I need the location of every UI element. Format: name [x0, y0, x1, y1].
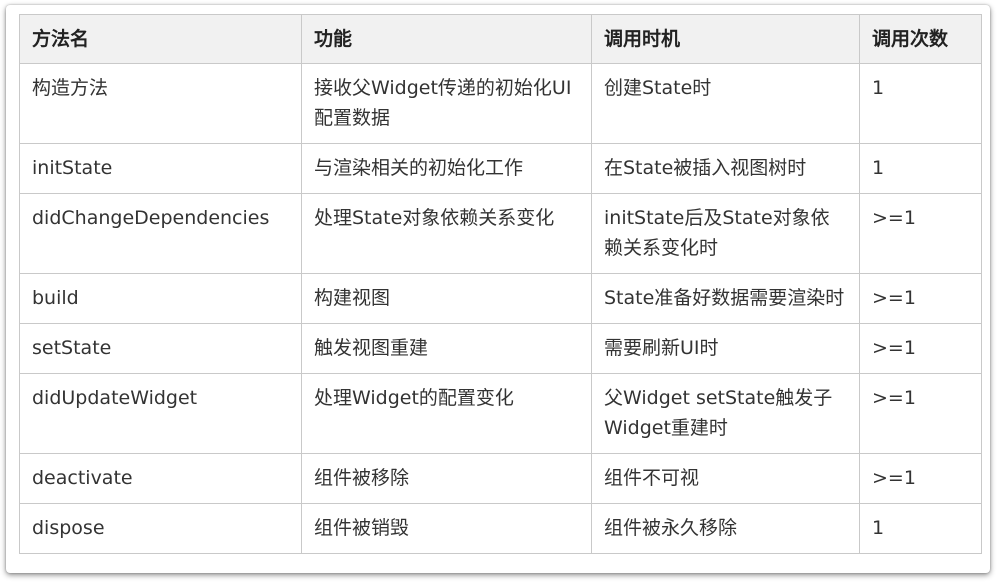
cell-method-name: deactivate: [19, 453, 302, 504]
cell-function: 与渲染相关的初始化工作: [301, 143, 592, 194]
cell-call-timing: 创建State时: [591, 63, 860, 144]
table-row: initState 与渲染相关的初始化工作 在State被插入视图树时 1: [19, 143, 982, 194]
header-function: 功能: [301, 14, 592, 64]
table-card: 方法名 功能 调用时机 调用次数 构造方法 接收父Widget传递的初始化UI配…: [6, 5, 990, 573]
cell-method-name: didUpdateWidget: [19, 373, 302, 454]
cell-method-name: setState: [19, 323, 302, 374]
cell-function: 组件被销毁: [301, 503, 592, 554]
cell-call-count: 1: [859, 503, 982, 554]
cell-function: 触发视图重建: [301, 323, 592, 374]
header-method-name: 方法名: [19, 14, 302, 64]
cell-method-name: didChangeDependencies: [19, 193, 302, 274]
cell-method-name: build: [19, 273, 302, 324]
lifecycle-table: 方法名 功能 调用时机 调用次数 构造方法 接收父Widget传递的初始化UI配…: [19, 14, 982, 554]
cell-function: 组件被移除: [301, 453, 592, 504]
cell-call-timing: 组件被永久移除: [591, 503, 860, 554]
cell-method-name: initState: [19, 143, 302, 194]
table-row: deactivate 组件被移除 组件不可视 >=1: [19, 453, 982, 504]
cell-call-count: 1: [859, 63, 982, 144]
cell-call-timing: State准备好数据需要渲染时: [591, 273, 860, 324]
cell-call-count: >=1: [859, 193, 982, 274]
cell-function: 构建视图: [301, 273, 592, 324]
cell-call-timing: 需要刷新UI时: [591, 323, 860, 374]
cell-call-count: >=1: [859, 323, 982, 374]
cell-call-timing: 在State被插入视图树时: [591, 143, 860, 194]
table-row: build 构建视图 State准备好数据需要渲染时 >=1: [19, 273, 982, 324]
table-row: didUpdateWidget 处理Widget的配置变化 父Widget se…: [19, 373, 982, 454]
table-row: 构造方法 接收父Widget传递的初始化UI配置数据 创建State时 1: [19, 63, 982, 144]
header-call-timing: 调用时机: [591, 14, 860, 64]
table-row: dispose 组件被销毁 组件被永久移除 1: [19, 503, 982, 554]
table-header-row: 方法名 功能 调用时机 调用次数: [19, 14, 982, 64]
cell-call-timing: 父Widget setState触发子Widget重建时: [591, 373, 860, 454]
cell-method-name: dispose: [19, 503, 302, 554]
cell-function: 接收父Widget传递的初始化UI配置数据: [301, 63, 592, 144]
cell-method-name: 构造方法: [19, 63, 302, 144]
header-call-count: 调用次数: [859, 14, 982, 64]
cell-call-count: >=1: [859, 273, 982, 324]
table-row: setState 触发视图重建 需要刷新UI时 >=1: [19, 323, 982, 374]
cell-call-timing: initState后及State对象依赖关系变化时: [591, 193, 860, 274]
cell-call-count: 1: [859, 143, 982, 194]
table-row: didChangeDependencies 处理State对象依赖关系变化 in…: [19, 193, 982, 274]
cell-function: 处理Widget的配置变化: [301, 373, 592, 454]
cell-function: 处理State对象依赖关系变化: [301, 193, 592, 274]
cell-call-count: >=1: [859, 453, 982, 504]
cell-call-timing: 组件不可视: [591, 453, 860, 504]
cell-call-count: >=1: [859, 373, 982, 454]
